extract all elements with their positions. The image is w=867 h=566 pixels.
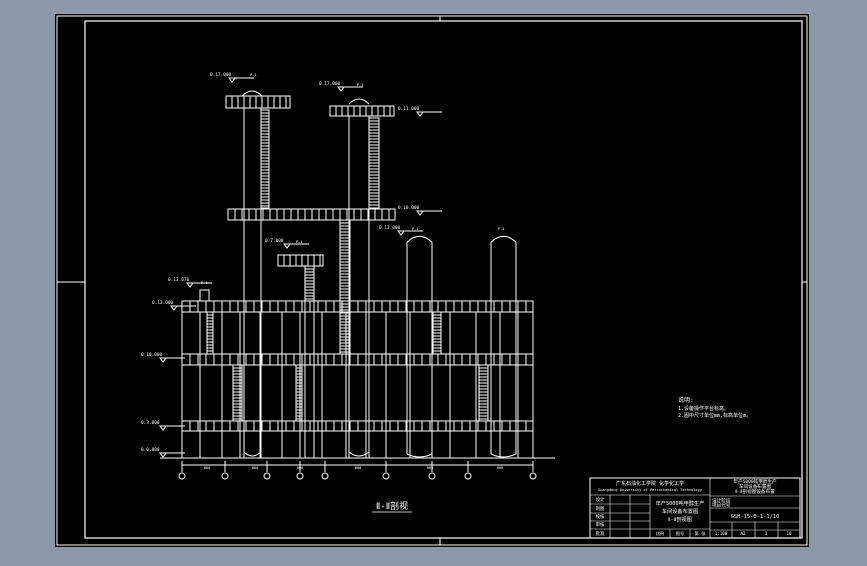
bottom-cell-1: 1:100 <box>715 531 728 536</box>
tag-stub: P-1 <box>201 281 208 285</box>
bottom-cell-4: 10 <box>786 531 792 536</box>
row-label-review: 审核 <box>596 521 605 528</box>
elev-frame-low: 0.3.000 <box>141 420 160 426</box>
project-line-3: Ⅱ-Ⅱ剖视图设备布置 <box>735 488 775 495</box>
dimension-text: 000 <box>427 466 434 470</box>
elev-mid-top: 0.17.000 <box>319 81 341 87</box>
project-line-2: 车间设备布置图 <box>739 483 772 490</box>
elev-left-top: 0.17.000 <box>210 72 232 78</box>
dimension-text: 000 <box>252 466 259 470</box>
cad-viewport: 000 000 000 000 000 000 0.17.000 0.17.000 0.11.0… <box>0 0 867 562</box>
elev-mid-level: 0.10.000 <box>398 205 420 211</box>
elev-left-stub: 0.13.070 <box>168 277 190 283</box>
dimension-text: 000 <box>355 466 362 470</box>
main-title-1: 年产5000吨甲醇生产 <box>656 499 705 507</box>
company-name-cn: 广东石油化工学院 化学化工学 <box>616 480 684 487</box>
dimension-text: 000 <box>497 466 504 470</box>
tag-tower-a: P-1 <box>250 73 257 77</box>
elev-frame-mid: 0.10.000 <box>141 352 163 358</box>
elev-frame-top: 0.13.000 <box>152 300 174 306</box>
row-label-drawn: 制图 <box>596 505 605 512</box>
tag-vessel-a: P-1 <box>412 227 419 231</box>
main-title-3: Ⅱ-Ⅱ剖视图 <box>668 515 692 523</box>
dimension-text: 000 <box>297 466 304 470</box>
row-label-check: 校核 <box>596 513 605 520</box>
small-label-sheet: 第 张 <box>695 530 707 537</box>
row-label-design: 设计 <box>596 496 605 503</box>
tag-vessel-b: P-1 <box>498 227 505 231</box>
elev-vessel-a: 0.13.000 <box>379 225 401 231</box>
row-label-approve: 批准 <box>596 530 605 537</box>
notes-title: 说明: <box>678 396 694 404</box>
small-label-scale: 比例 <box>656 530 664 537</box>
tag-small: P-1 <box>296 240 303 244</box>
bottom-cell-2: A2 <box>740 531 746 536</box>
drawing-number: GSH-15-0-1-1/10 <box>731 514 780 520</box>
elev-right-small: 0.11.000 <box>398 106 420 112</box>
dimension-text: 000 <box>204 466 211 470</box>
side-label-2: 项目代号 <box>712 502 731 509</box>
drawing-canvas: 000 000 000 000 000 000 0.17.000 0.17.000 0.11.0… <box>55 14 809 547</box>
project-line-1: 年产5000吨甲醇生产 <box>733 478 777 485</box>
note-line-1: 1.设备操作平台标高。 <box>678 405 729 412</box>
main-title-2: 车间设备布置图 <box>662 507 698 515</box>
tag-tower-b: P-1 <box>357 83 364 87</box>
note-line-2: 2.图中尺寸单位mm,标高单位m。 <box>678 412 751 419</box>
section-title: Ⅱ-Ⅱ剖视 <box>376 500 408 512</box>
elev-small-top: 0.7.000 <box>265 238 284 244</box>
elev-ground: 0.0.000 <box>141 447 160 453</box>
company-name-en: Guangdong University of Petrochemical Te… <box>598 488 703 492</box>
